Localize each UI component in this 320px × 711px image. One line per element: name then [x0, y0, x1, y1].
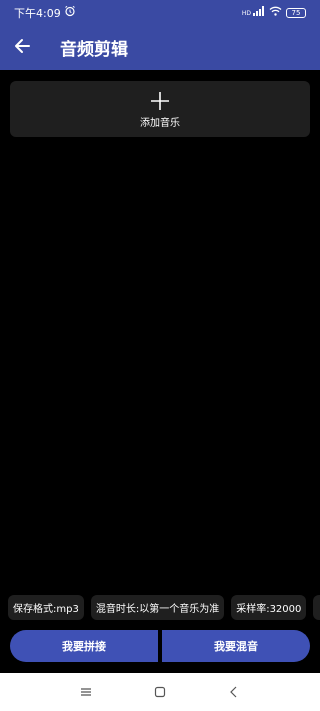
- mix-button[interactable]: 我要混音: [162, 630, 310, 662]
- more-option-chip[interactable]: [313, 595, 320, 620]
- page-title: 音频剪辑: [60, 40, 128, 60]
- battery-icon: 75: [286, 7, 306, 18]
- back-nav-icon[interactable]: [227, 685, 241, 699]
- mix-duration-option[interactable]: 混音时长:以第一个音乐为准: [90, 595, 225, 620]
- alarm-icon: [64, 5, 76, 20]
- add-music-button[interactable]: 添加音乐: [10, 81, 310, 137]
- save-format-option[interactable]: 保存格式:mp3: [8, 595, 84, 620]
- home-icon[interactable]: [153, 685, 167, 699]
- wifi-icon: [269, 6, 282, 19]
- options-row: 保存格式:mp3 混音时长:以第一个音乐为准 采样率:32000: [8, 595, 320, 620]
- battery-level: 75: [291, 8, 301, 17]
- back-button[interactable]: [0, 25, 44, 70]
- plus-icon: [149, 90, 171, 112]
- status-time: 下午4:09: [14, 6, 61, 20]
- signal-icon: [253, 6, 265, 19]
- add-music-label: 添加音乐: [140, 117, 180, 129]
- system-nav-bar: [0, 673, 320, 711]
- network-type-label: HD: [241, 10, 251, 17]
- arrow-left-icon: [14, 38, 30, 58]
- status-bar: 下午4:09 HD 75: [0, 0, 320, 25]
- app-bar: 音频剪辑: [0, 25, 320, 70]
- concat-button[interactable]: 我要拼接: [10, 630, 158, 662]
- sample-rate-option[interactable]: 采样率:32000: [231, 595, 307, 620]
- action-buttons: 我要拼接 我要混音: [10, 630, 310, 662]
- menu-icon[interactable]: [79, 686, 93, 698]
